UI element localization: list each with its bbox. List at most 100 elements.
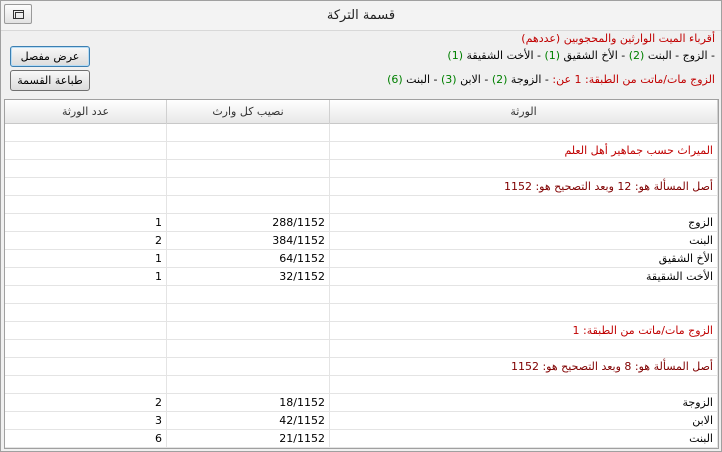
table-row[interactable]: 6 21/1152 البنت [5,430,718,448]
heir-cell: الميراث حسب جماهير أهل العلم [330,142,718,160]
title-bar: قسمة التركة [1,1,721,31]
count-cell: 2 [5,232,167,250]
table-row[interactable]: 1 32/1152 الأخت الشقيقة [5,268,718,286]
heirs-segment: (1) [544,49,561,62]
share-cell [167,142,330,160]
share-cell [167,340,330,358]
count-cell [5,286,167,304]
heirs-segment: - البنت [402,73,441,86]
header-area: أقرباء الميت الوارثين والمحجوبين (عددهم)… [1,32,721,96]
heirs-segment: - الابن [456,73,492,86]
share-cell [167,160,330,178]
table-row[interactable] [5,448,718,449]
count-cell [5,124,167,142]
heir-cell: البنت [330,232,718,250]
count-cell [5,142,167,160]
table-body: الميراث حسب جماهير أهل العلم أصل المسألة … [5,124,718,449]
share-cell [167,196,330,214]
heir-cell [330,124,718,142]
table-row[interactable] [5,124,718,142]
heir-cell: الأخ الشقيق [330,250,718,268]
heir-cell [330,196,718,214]
heirs-segment: - الزوجة [507,73,549,86]
heirs-segment: الزوج مات/ماتت من الطبقة: 1 عن: [548,73,715,86]
share-cell: 64/1152 [167,250,330,268]
table-row[interactable]: 1 64/1152 الأخ الشقيق [5,250,718,268]
heir-cell: الابن [330,412,718,430]
share-cell [167,124,330,142]
count-cell: 6 [5,430,167,448]
table-row[interactable]: 2 384/1152 البنت [5,232,718,250]
share-cell [167,304,330,322]
share-cell [167,376,330,394]
heirs-segment: (2) [628,49,645,62]
heir-cell [330,376,718,394]
count-cell: 1 [5,250,167,268]
share-cell [167,178,330,196]
print-division-button[interactable]: طباعة القسمة [10,70,90,91]
table-row[interactable] [5,340,718,358]
column-heirs[interactable]: الورثة [330,100,718,124]
count-cell [5,358,167,376]
share-cell [167,358,330,376]
share-cell: 384/1152 [167,232,330,250]
deceased-spouse-heirs: الزوج مات/ماتت من الطبقة: 1 عن: - الزوجة… [387,73,715,86]
heir-cell: الزوجة [330,394,718,412]
table-row[interactable]: 3 42/1152 الابن [5,412,718,430]
heirs-segment: - الأخ الشقيق [560,49,629,62]
heir-cell [330,286,718,304]
count-cell [5,304,167,322]
table-row[interactable] [5,160,718,178]
table-row[interactable] [5,286,718,304]
heirs-segment: (6) [387,73,403,86]
table-row[interactable]: 2 18/1152 الزوجة [5,394,718,412]
count-cell [5,178,167,196]
count-cell: 1 [5,214,167,232]
heirs-segment: (3) [441,73,457,86]
heir-cell [330,448,718,449]
heir-cell [330,160,718,178]
heir-cell: أصل المسألة هو: 8 وبعد التصحيح هو: 1152 [330,358,718,376]
share-cell: 288/1152 [167,214,330,232]
heirs-list: - الزوج - البنت (2) - الأخ الشقيق (1) - … [447,49,715,62]
heirs-segment: (2) [491,73,508,86]
window-title: قسمة التركة [326,8,396,23]
results-table[interactable]: الورثة نصيب كل وارث عدد الورثة الميراث ح… [4,99,719,449]
table-row[interactable]: أصل المسألة هو: 12 وبعد التصحيح هو: 1152 [5,178,718,196]
heirs-segment: (1) [447,49,464,62]
count-cell [5,448,167,449]
table-row[interactable]: الزوج مات/ماتت من الطبقة: 1 [5,322,718,340]
app-window: قسمة التركة أقرباء الميت الوارثين والمحج… [0,0,722,452]
table-row[interactable] [5,304,718,322]
heir-cell: الزوج مات/ماتت من الطبقة: 1 [330,322,718,340]
heir-cell: الزوج [330,214,718,232]
show-details-button[interactable]: عرض مفصل [10,46,90,67]
count-cell: 2 [5,394,167,412]
share-cell: 21/1152 [167,430,330,448]
heirs-segment: - الأخت الشقيقة [463,49,545,62]
share-cell [167,322,330,340]
count-cell [5,196,167,214]
share-cell: 42/1152 [167,412,330,430]
table-row[interactable] [5,196,718,214]
share-cell [167,448,330,449]
heir-cell: البنت [330,430,718,448]
share-cell: 18/1152 [167,394,330,412]
heirs-title: أقرباء الميت الوارثين والمحجوبين (عددهم) [521,32,715,45]
count-cell: 3 [5,412,167,430]
column-share[interactable]: نصيب كل وارث [167,100,330,124]
table-row[interactable] [5,376,718,394]
count-cell [5,340,167,358]
heir-cell [330,304,718,322]
heir-cell [330,340,718,358]
count-cell: 1 [5,268,167,286]
share-cell: 32/1152 [167,268,330,286]
column-count[interactable]: عدد الورثة [5,100,167,124]
table-row[interactable]: أصل المسألة هو: 8 وبعد التصحيح هو: 1152 [5,358,718,376]
count-cell [5,376,167,394]
table-header: الورثة نصيب كل وارث عدد الورثة [5,100,718,124]
heir-cell: أصل المسألة هو: 12 وبعد التصحيح هو: 1152 [330,178,718,196]
table-row[interactable]: الميراث حسب جماهير أهل العلم [5,142,718,160]
table-row[interactable]: 1 288/1152 الزوج [5,214,718,232]
count-cell [5,322,167,340]
